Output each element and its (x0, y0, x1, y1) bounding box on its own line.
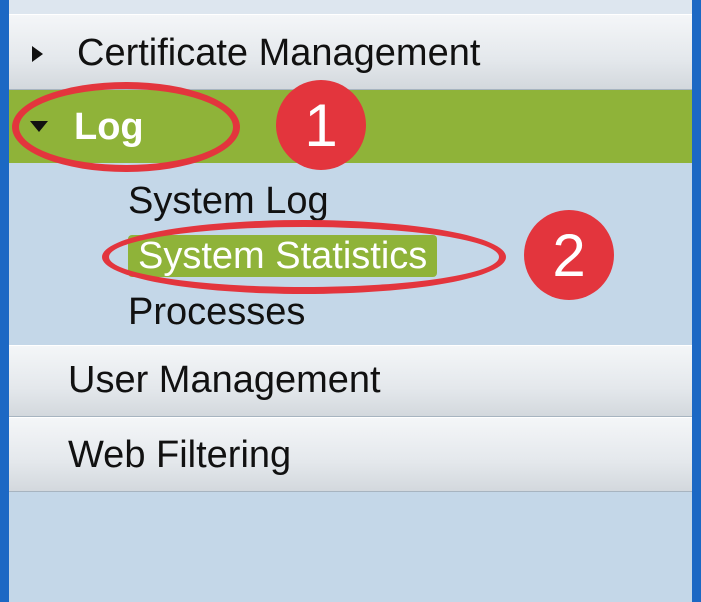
caret-down-icon (30, 121, 48, 132)
menu-item-user-management-label: User Management (68, 359, 381, 401)
panel-right-border (692, 0, 701, 602)
submenu-item-system-statistics[interactable]: System Statistics (128, 235, 438, 277)
navigation-panel: Certificate Management Log System Log Sy… (0, 0, 701, 602)
panel-top-strip (9, 0, 692, 14)
panel-left-border (0, 0, 9, 602)
caret-right-icon (32, 46, 43, 62)
annotation-step-1-badge: 1 (276, 80, 366, 170)
annotation-step-2-badge: 2 (524, 210, 614, 300)
menu-item-web-filtering-label: Web Filtering (68, 434, 292, 476)
submenu-item-processes[interactable]: Processes (128, 290, 305, 334)
submenu-item-system-log[interactable]: System Log (128, 179, 329, 223)
menu-item-log-label: Log (74, 106, 144, 148)
menu-item-certificate-management-label: Certificate Management (77, 32, 481, 74)
